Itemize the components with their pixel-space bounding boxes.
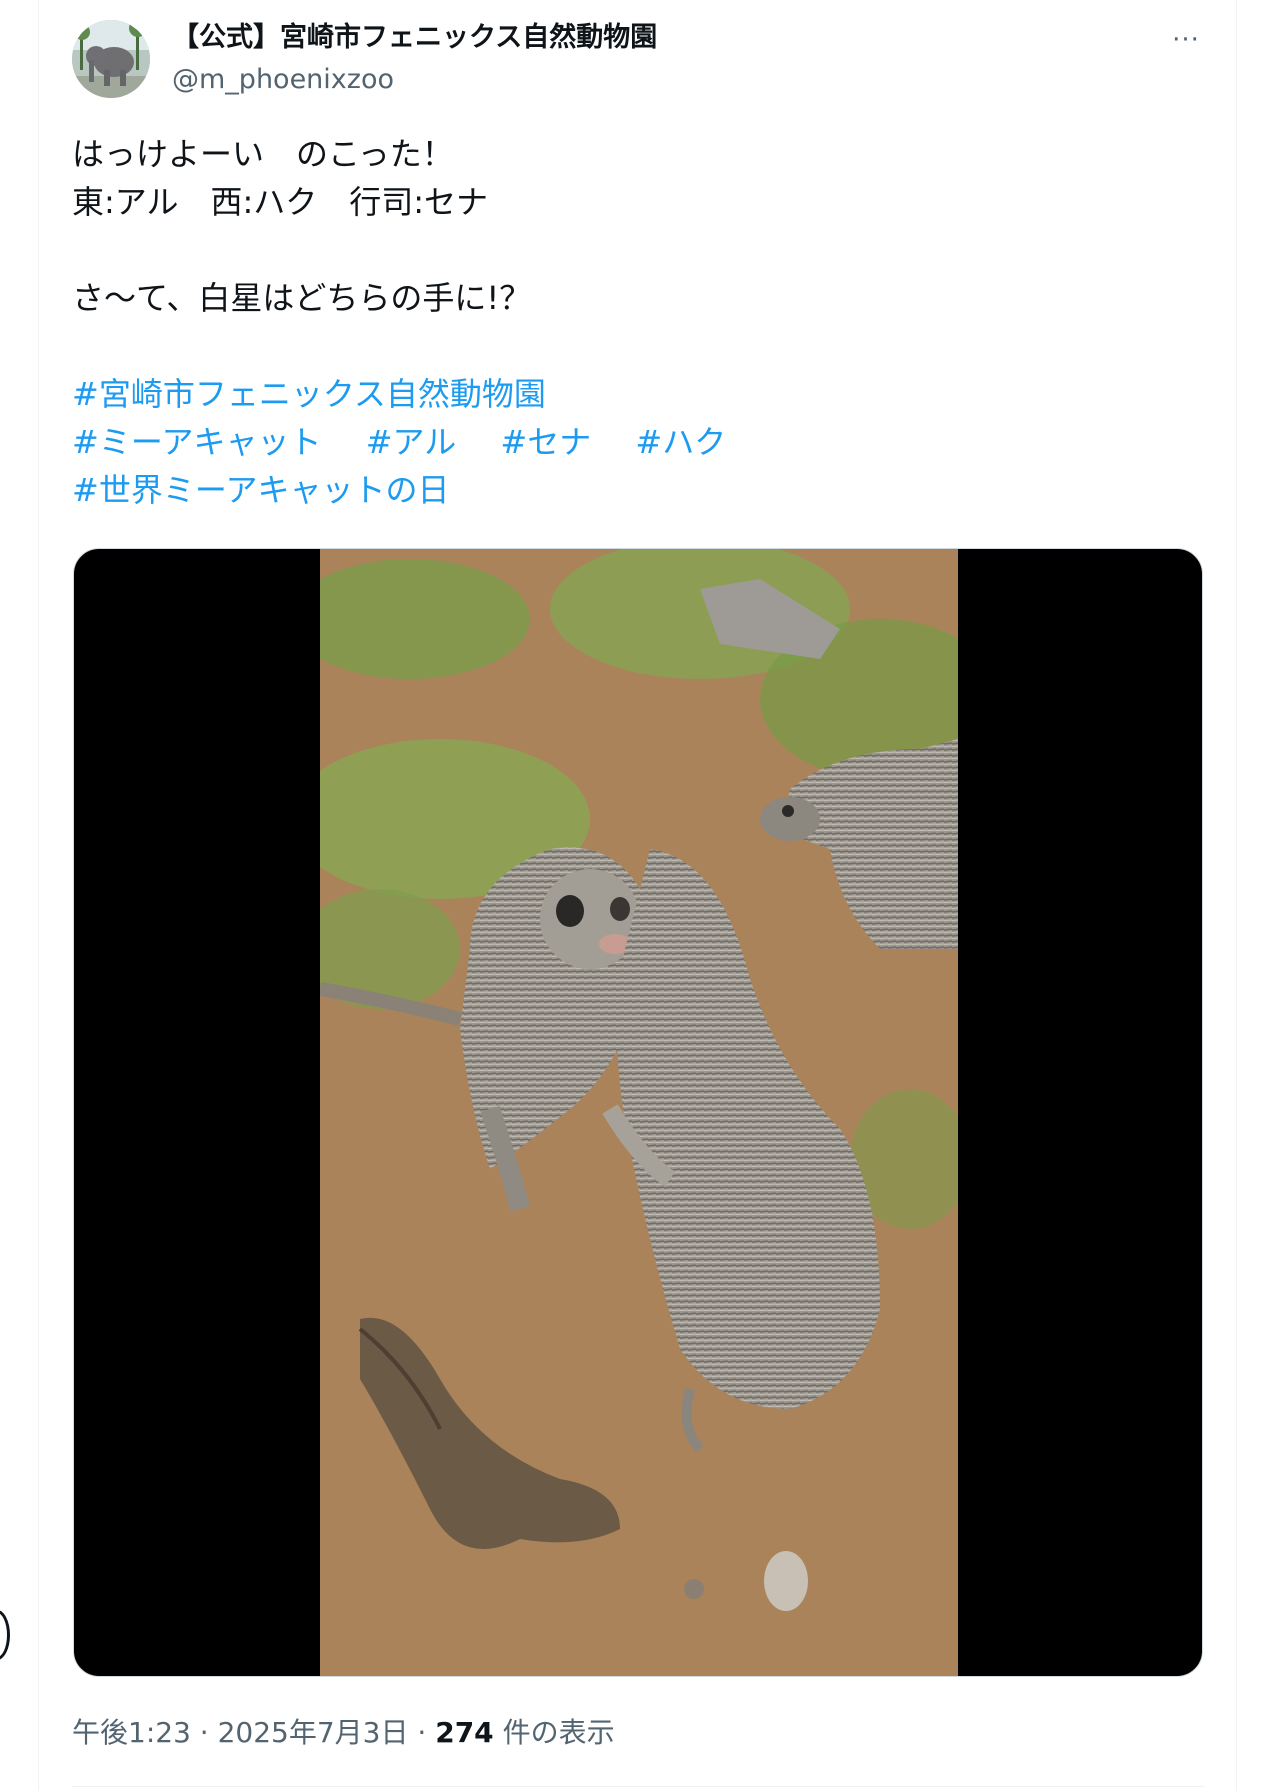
card-border-left bbox=[38, 0, 39, 1791]
author-handle[interactable]: @m_phoenixzoo bbox=[172, 62, 394, 98]
hashtag-link[interactable]: #宮崎市フェニックス自然動物園 bbox=[72, 375, 546, 413]
tweet-line: さ〜て、白星はどちらの手に!？ bbox=[72, 279, 532, 317]
author-display-name[interactable]: 【公式】宮崎市フェニックス自然動物園 bbox=[172, 20, 657, 56]
tweet-line bbox=[72, 322, 1202, 370]
edge-mark bbox=[0, 1610, 10, 1660]
hashtag-link[interactable]: #ミーアキャット bbox=[72, 423, 322, 461]
tweet-line bbox=[72, 226, 1202, 274]
avatar[interactable] bbox=[72, 20, 150, 98]
hashtag-link[interactable]: #世界ミーアキャットの日 bbox=[72, 471, 450, 509]
divider bbox=[72, 1786, 1204, 1787]
views-count: 274 bbox=[435, 1716, 494, 1749]
hashtag-line: #ミーアキャット #アル #セナ #ハク bbox=[72, 418, 1202, 466]
tweet-text: はっけよーい のこった！ 東:アル 西:ハク 行司:セナ さ〜て、白星はどちらの… bbox=[72, 130, 1202, 514]
video-player[interactable] bbox=[73, 548, 1203, 1677]
tweet-meta: 午後1:23 · 2025年7月3日 · 274 件の表示 bbox=[72, 1713, 615, 1753]
tweet-line: 東:アル 西:ハク 行司:セナ bbox=[72, 183, 489, 221]
tweet-date[interactable]: 2025年7月3日 bbox=[218, 1716, 409, 1749]
more-options-icon[interactable]: ··· bbox=[1166, 22, 1206, 58]
hashtag-link[interactable]: #アル bbox=[366, 423, 457, 461]
elephant-avatar-icon bbox=[72, 20, 150, 98]
tweet-time[interactable]: 午後1:23 bbox=[72, 1716, 191, 1749]
meta-separator: · bbox=[199, 1716, 209, 1749]
tweet-line: はっけよーい のこった！ bbox=[72, 135, 454, 173]
hashtag-line: #宮崎市フェニックス自然動物園 bbox=[72, 370, 1202, 418]
views-label: 件の表示 bbox=[502, 1716, 615, 1749]
hashtag-line: #世界ミーアキャットの日 bbox=[72, 466, 1202, 514]
card-border-right bbox=[1236, 0, 1237, 1791]
hashtag-link[interactable]: #ハク bbox=[635, 423, 726, 461]
meta-separator: · bbox=[417, 1716, 427, 1749]
hashtag-link[interactable]: #セナ bbox=[500, 423, 591, 461]
meerkat-video-thumbnail-icon bbox=[320, 549, 958, 1676]
